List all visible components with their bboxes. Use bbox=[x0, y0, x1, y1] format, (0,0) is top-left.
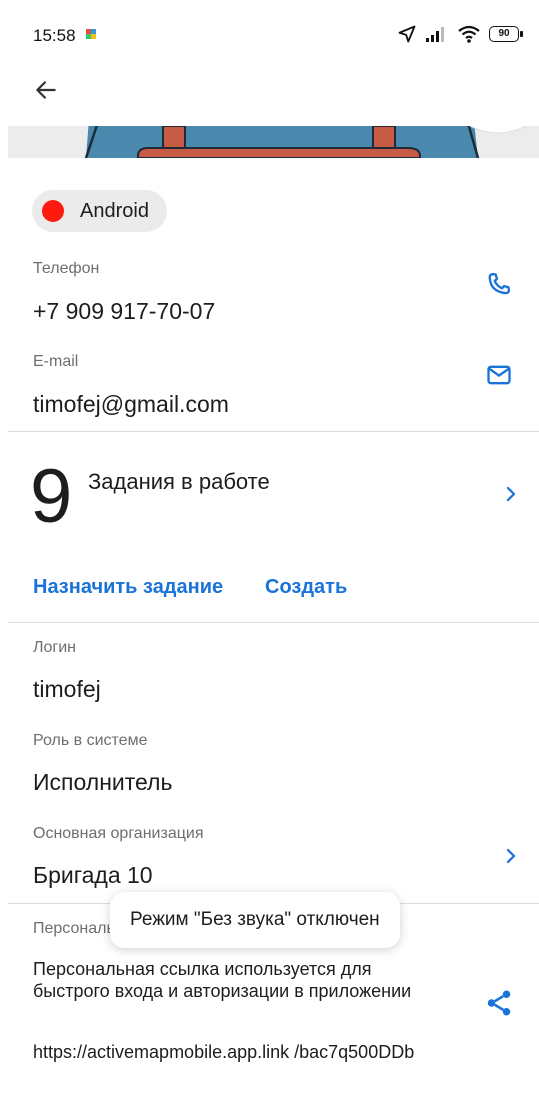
notification-app-icon bbox=[86, 29, 96, 39]
battery-icon: 90 bbox=[489, 26, 523, 42]
status-bar: 15:58 90 bbox=[0, 0, 539, 62]
back-button[interactable] bbox=[28, 72, 64, 108]
signal-icon bbox=[426, 27, 444, 42]
assign-task-button[interactable]: Назначить задание bbox=[33, 576, 223, 599]
role-value: Исполнитель bbox=[33, 769, 173, 795]
phone-icon bbox=[488, 272, 511, 295]
share-button[interactable] bbox=[481, 985, 517, 1021]
divider bbox=[8, 622, 539, 623]
header-avatar-image bbox=[8, 126, 539, 158]
phone-value: +7 909 917-70-07 bbox=[33, 298, 216, 324]
create-button[interactable]: Создать bbox=[265, 576, 347, 599]
platform-chip[interactable]: Android bbox=[32, 190, 167, 232]
back-arrow-icon bbox=[36, 81, 56, 99]
login-label: Логин bbox=[33, 639, 77, 656]
login-value: timofej bbox=[33, 676, 101, 702]
organization-chevron[interactable] bbox=[493, 838, 529, 874]
tasks-count: 9 bbox=[30, 454, 73, 539]
status-time: 15:58 bbox=[33, 26, 76, 45]
share-icon bbox=[487, 990, 511, 1016]
wifi-icon bbox=[458, 25, 480, 43]
organization-label: Основная организация bbox=[33, 825, 204, 842]
toast-text: Режим "Без звука" отключен bbox=[130, 909, 380, 930]
location-arrow-icon bbox=[398, 25, 416, 43]
role-label: Роль в системе bbox=[33, 732, 148, 749]
tasks-label: Задания в работе bbox=[88, 469, 270, 494]
phone-label: Телефон bbox=[33, 260, 100, 277]
email-label: E-mail bbox=[33, 353, 79, 370]
personal-link-url[interactable]: https://activemapmobile.app.link /bac7q5… bbox=[33, 1041, 433, 1064]
email-value: timofej@gmail.com bbox=[33, 391, 229, 417]
chevron-right-icon bbox=[506, 848, 516, 864]
mail-icon bbox=[487, 365, 511, 385]
tasks-chevron[interactable] bbox=[493, 476, 529, 512]
personal-link-description: Персональная ссылка используется для быс… bbox=[33, 959, 412, 1001]
call-button[interactable] bbox=[481, 266, 517, 302]
status-icons: 90 bbox=[397, 22, 523, 46]
platform-chip-label: Android bbox=[80, 199, 149, 222]
chevron-right-icon bbox=[506, 486, 516, 502]
avatar-illustration bbox=[84, 126, 527, 158]
toast-notification: Режим "Без звука" отключен bbox=[110, 892, 400, 948]
profile-screen: 15:58 90 Android Телефон +7 909 917-70-0… bbox=[0, 0, 539, 1108]
email-button[interactable] bbox=[481, 357, 517, 393]
organization-value: Бригада 10 bbox=[33, 862, 153, 888]
status-dot bbox=[42, 200, 64, 222]
